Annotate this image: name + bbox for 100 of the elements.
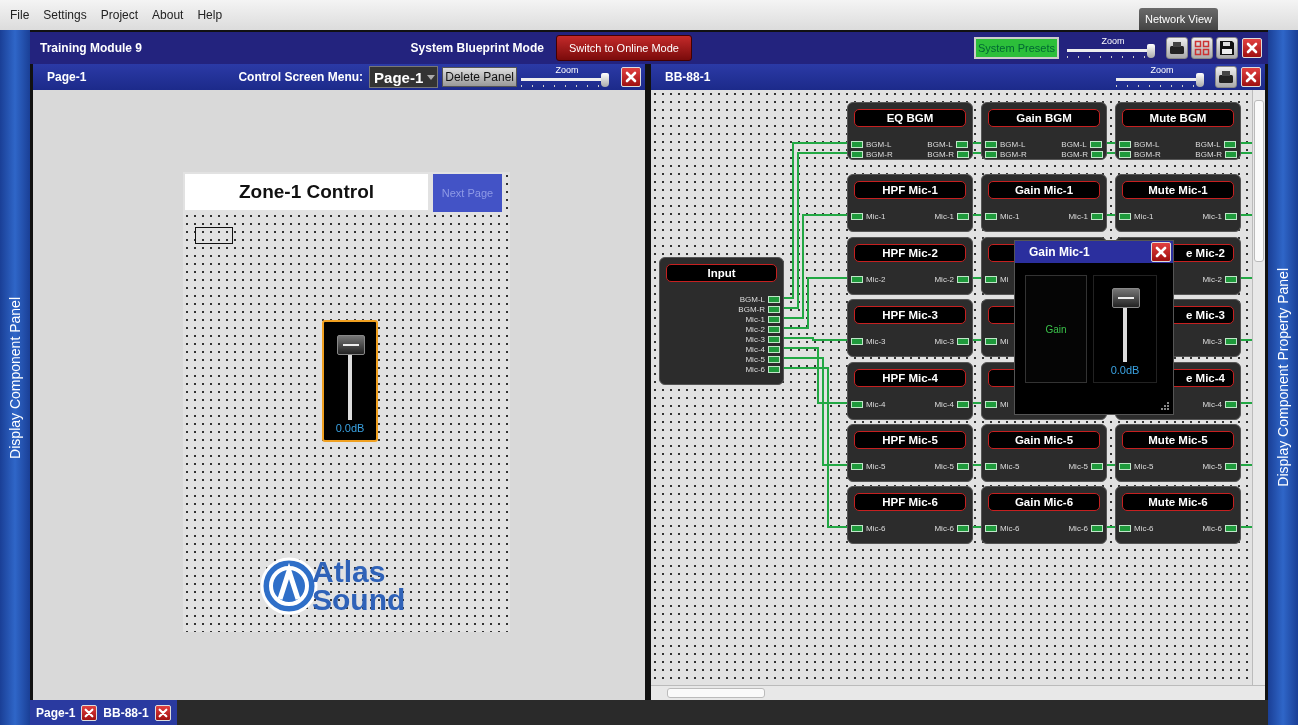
tab[interactable]: BB-88-1 [103,705,149,720]
port-connector-icon[interactable] [957,275,969,283]
zone-label[interactable]: Zone-1 Control [185,174,428,210]
save-icon [1219,40,1235,56]
printer-button[interactable] [1166,37,1188,59]
port-connector-icon[interactable] [851,524,863,532]
port-connector-icon[interactable] [851,150,863,158]
fader-widget[interactable]: 0.0dB [1093,275,1157,383]
page-dropdown[interactable]: Page-1 [369,66,439,88]
dsp-block[interactable]: EQ BGM BGM-L BGM-R BGM-L BGM-R [847,102,973,160]
save-button[interactable] [1216,37,1238,59]
port-connector-icon[interactable] [1089,140,1102,148]
port-connector-icon[interactable] [1091,462,1103,470]
dsp-block[interactable]: Mute Mic-5 Mic-5 Mic-5 [1115,424,1241,482]
port-connector-icon[interactable] [985,275,997,283]
close-button[interactable] [154,704,171,721]
port-connector-icon[interactable] [985,150,997,158]
port-connector-icon[interactable] [1091,212,1103,220]
port-connector-icon[interactable] [985,337,997,345]
port-connector-icon[interactable] [768,305,780,313]
port-connector-icon[interactable] [1091,150,1103,158]
port-connector-icon[interactable] [1091,524,1103,532]
port-connector-icon[interactable] [1225,275,1237,283]
port-connector-icon[interactable] [768,325,780,333]
port-connector-icon[interactable] [768,295,780,303]
close-button[interactable] [1241,67,1261,87]
port-connector-icon[interactable] [1119,462,1131,470]
menu-item[interactable]: About [152,8,184,22]
port-connector-icon[interactable] [1119,524,1131,532]
grid-button[interactable] [1191,37,1213,59]
dsp-block[interactable]: Gain BGM BGM-L BGM-R BGM-L BGM-R [981,102,1107,160]
menu-item[interactable]: File [10,8,30,22]
port-connector-icon[interactable] [985,524,997,532]
port-connector-icon[interactable] [957,462,969,470]
port-label: Mic-6 [1202,523,1222,533]
port-connector-icon[interactable] [1223,140,1236,148]
vertical-scrollbar[interactable] [1252,90,1265,685]
connection-wire [1240,339,1252,341]
dsp-block[interactable]: Mute Mic-6 Mic-6 Mic-6 [1115,486,1241,544]
port-connector-icon[interactable] [1225,462,1237,470]
port-connector-icon[interactable] [851,462,863,470]
dsp-block[interactable]: HPF Mic-1 Mic-1 Mic-1 [847,174,973,232]
menu-item[interactable]: Project [100,8,139,22]
port-connector-icon[interactable] [1225,337,1237,345]
panel-title: Page-1 [47,70,87,84]
menu-item[interactable]: Help [197,8,223,22]
port-connector-icon[interactable] [957,524,969,532]
port-connector-icon[interactable] [851,400,863,408]
port-connector-icon[interactable] [768,315,780,323]
port-connector-icon[interactable] [985,140,997,148]
close-button[interactable] [1242,38,1262,58]
dsp-block[interactable]: Gain Mic-5 Mic-5 Mic-5 [981,424,1107,482]
side-panel[interactable]: Display Component Panel [0,30,30,725]
port-connector-icon[interactable] [851,212,863,220]
side-panel[interactable]: Display Component Property Panel [1268,30,1298,725]
port-connector-icon[interactable] [1225,524,1237,532]
online-mode-button[interactable]: Switch to Online Mode [555,35,692,61]
port-connector-icon[interactable] [768,345,780,353]
port-connector-icon[interactable] [1119,212,1131,220]
port-connector-icon[interactable] [985,400,997,408]
network-view-tab[interactable]: Network View [1138,8,1218,30]
delete-panel-button[interactable]: Delete Panel [442,67,517,87]
port-connector-icon[interactable] [1119,150,1131,158]
port-connector-icon[interactable] [955,140,968,148]
dsp-block[interactable]: Mute Mic-1 Mic-1 Mic-1 [1115,174,1241,232]
resize-grip-icon[interactable] [1160,401,1169,410]
tab[interactable]: Page-1 [36,705,76,720]
port-connector-icon[interactable] [1225,150,1237,158]
port-connector-icon[interactable] [957,400,969,408]
port-connector-icon[interactable] [1119,140,1131,148]
dsp-block[interactable]: HPF Mic-3 Mic-3 Mic-3 [847,299,973,357]
dsp-block[interactable]: HPF Mic-6 Mic-6 Mic-6 [847,486,973,544]
port-connector-icon[interactable] [768,365,780,373]
port-connector-icon[interactable] [851,140,863,148]
port-connector-icon[interactable] [985,212,997,220]
dsp-block[interactable]: HPF Mic-5 Mic-5 Mic-5 [847,424,973,482]
port-connector-icon[interactable] [957,150,969,158]
empty-frame[interactable] [195,227,233,244]
dsp-block[interactable]: Gain Mic-1 Mic-1 Mic-1 [981,174,1107,232]
menu-item[interactable]: Settings [43,8,87,22]
dsp-block[interactable]: HPF Mic-4 Mic-4 Mic-4 [847,362,973,420]
port-connector-icon[interactable] [768,355,780,363]
port-connector-icon[interactable] [957,337,969,345]
dsp-block[interactable]: Gain Mic-6 Mic-6 Mic-6 [981,486,1107,544]
dsp-block[interactable]: HPF Mic-2 Mic-2 Mic-2 [847,237,973,295]
port-connector-icon[interactable] [985,462,997,470]
port-connector-icon[interactable] [768,335,780,343]
fader-widget[interactable]: 0.0dB [322,320,378,442]
dsp-block[interactable]: Mute BGM BGM-L BGM-R BGM-L BGM-R [1115,102,1241,160]
port-connector-icon[interactable] [851,275,863,283]
port-connector-icon[interactable] [957,212,969,220]
port-connector-icon[interactable] [851,337,863,345]
port-connector-icon[interactable] [1225,400,1237,408]
close-button[interactable] [1151,242,1171,262]
printer-button[interactable] [1215,66,1237,88]
close-button[interactable] [621,67,641,87]
input-block[interactable]: Input BGM-L BGM-R Mic-1 Mic-2 Mic-3 Mic-4 Mic-5 Mic-6 [659,257,784,385]
close-button[interactable] [81,704,98,721]
horizontal-scrollbar[interactable] [651,685,1265,700]
port-connector-icon[interactable] [1225,212,1237,220]
